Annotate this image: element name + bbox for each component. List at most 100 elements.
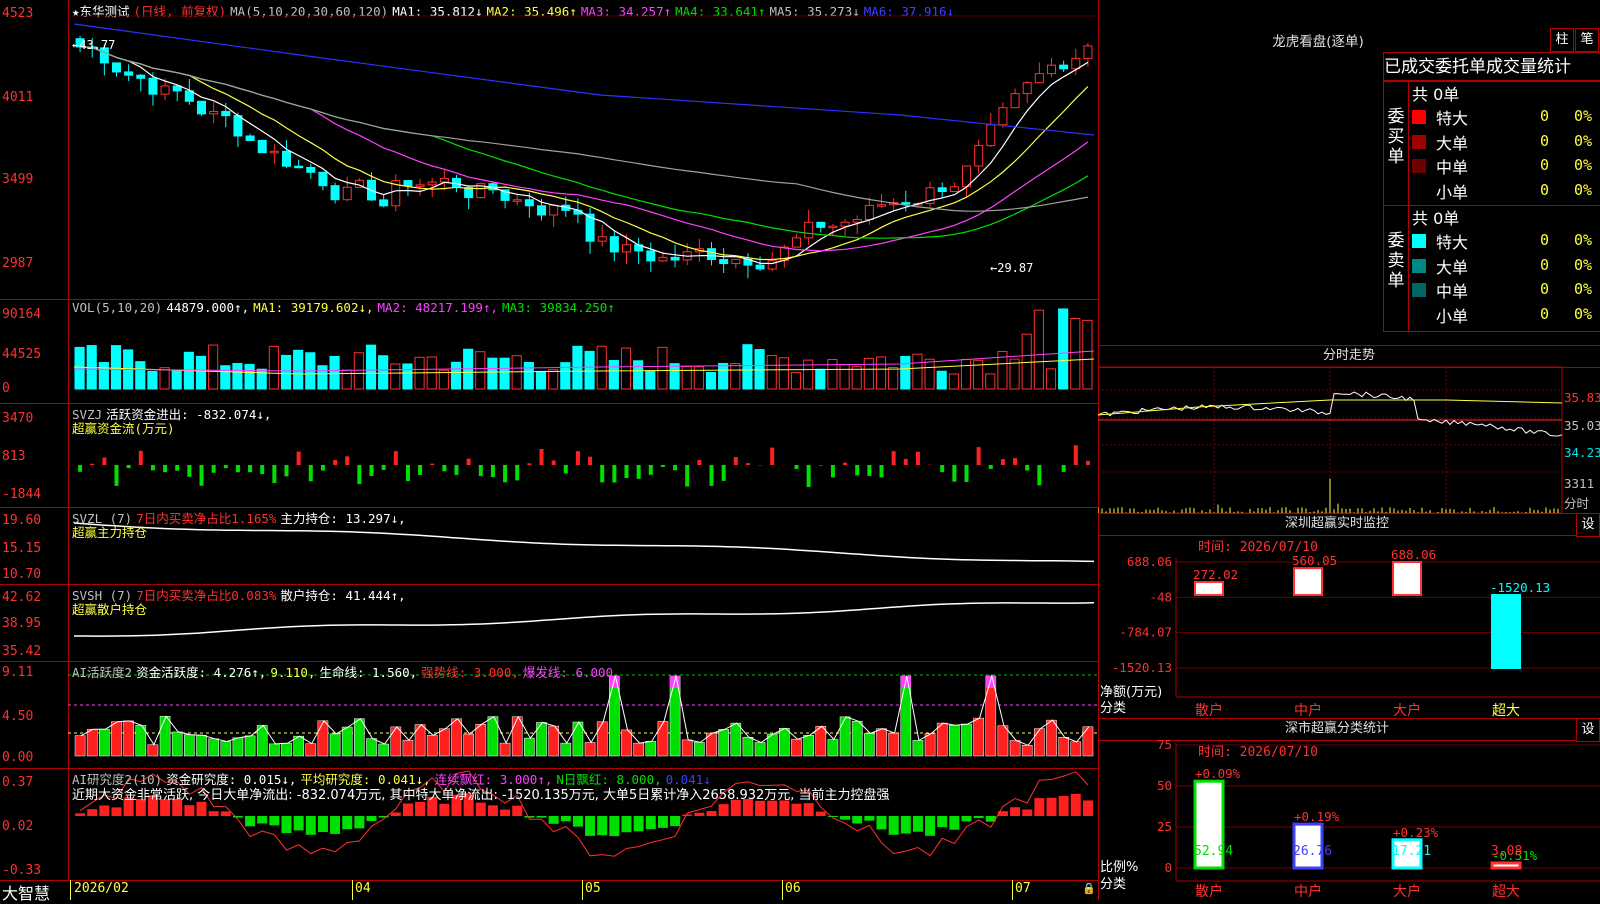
tick-mode-button[interactable]: 笔: [1575, 28, 1599, 52]
active-bar: [1071, 742, 1081, 756]
volume-bar: [294, 350, 303, 389]
flow-bar: [151, 465, 155, 470]
class-tick: 50: [1157, 778, 1172, 793]
class-tick: 75: [1157, 737, 1172, 752]
flow-bar: [467, 459, 471, 465]
intraday-panel[interactable]: 分时走势 35.83 35.03 34.23 3311 分时: [1098, 345, 1600, 513]
low-value: 29.87: [997, 261, 1033, 275]
flow-bar: [78, 465, 82, 472]
intraday-chart[interactable]: [1098, 345, 1600, 513]
volume-panel[interactable]: 90164 44525 0 VOL(5,10,20)44879.000↑,MA1…: [0, 299, 1098, 404]
research-bar: [354, 816, 364, 828]
volume-bar: [1046, 369, 1055, 389]
active-bar: [464, 734, 474, 756]
active-bar: [621, 730, 631, 756]
svsh-panel[interactable]: 42.62 38.95 35.42 SVSH (7)7日内买卖净占比0.083%…: [0, 584, 1098, 662]
legend-swatch: [1412, 159, 1426, 173]
ma2-line: [80, 47, 1088, 260]
research-bar: [694, 813, 704, 816]
svzl-panel[interactable]: 19.60 15.15 10.70 SVZL (7)7日内买卖净占比1.165%…: [0, 507, 1098, 585]
volume-bar: [621, 348, 630, 389]
ai-active-panel[interactable]: 9.11 4.50 0.00 AI活跃度2资金活跃度: 4.276↑,9.110…: [0, 661, 1098, 769]
buy-side-label: 委买单: [1386, 107, 1406, 167]
candle-body: [234, 116, 242, 136]
volume-bar: [791, 372, 800, 389]
category-label: 中户: [1294, 702, 1322, 718]
bar-mode-button[interactable]: 柱: [1550, 28, 1574, 52]
active-bar: [1022, 745, 1032, 756]
volume-bar: [585, 351, 594, 389]
research-bar: [221, 811, 231, 816]
order-size-label: 中单: [1436, 278, 1468, 302]
order-count: 0: [1540, 156, 1549, 174]
order-percent: 0%: [1574, 107, 1592, 125]
svzj-panel[interactable]: 3470 813 -1844 SVZJ活跃资金进出: -832.074↓, 超赢…: [0, 403, 1098, 508]
candle-body: [671, 257, 679, 260]
candle-body: [1035, 74, 1043, 83]
research-bar: [622, 816, 632, 832]
volume-bar: [609, 361, 618, 389]
research-bar: [634, 816, 644, 831]
flow-bar: [224, 465, 228, 468]
monitor-tick: -1520.13: [1112, 660, 1172, 675]
flow-bar: [867, 465, 871, 476]
svzl-hold: 主力持仓: 13.297↓,: [280, 511, 405, 526]
svzj-sub: 超赢资金流(万元): [72, 418, 175, 437]
intraday-vol-unit: 分时: [1564, 493, 1589, 512]
active-bar: [961, 724, 971, 756]
flow-bar: [527, 463, 531, 465]
flow-bar: [1037, 465, 1041, 485]
legend-swatch: [1412, 283, 1426, 297]
volume-bar: [755, 350, 764, 389]
research-bar: [549, 816, 559, 824]
month-divider: [1012, 880, 1013, 900]
order-size-label: 大单: [1436, 130, 1468, 154]
flow-bar: [260, 465, 264, 474]
legend-swatch: [1412, 259, 1426, 273]
candle-body: [865, 205, 873, 219]
volume-bar: [209, 345, 218, 389]
active-bar: [816, 726, 826, 756]
time-axis[interactable]: 大智慧 2026/02 04 05 06 07 🔒: [0, 880, 1098, 900]
flow-bar: [612, 465, 616, 483]
active-bar: [330, 734, 340, 756]
flow-bar: [272, 465, 276, 483]
order-size-label: 小单: [1436, 303, 1468, 327]
flow-bar: [819, 465, 823, 466]
candle-body: [113, 63, 121, 72]
flow-bar: [892, 451, 896, 465]
flow-bar: [479, 465, 483, 476]
active-bar: [512, 717, 522, 756]
month-label: 04: [355, 881, 371, 896]
flow-bar: [977, 447, 981, 465]
ma6-line: [74, 24, 1094, 135]
candle-body: [829, 226, 837, 228]
flow-bar: [297, 452, 301, 465]
ai-research-panel[interactable]: 0.37 0.02 -0.33 AI研究度2(10)资金研究度: 0.015↓,…: [0, 768, 1098, 881]
kline-chart[interactable]: [0, 0, 1098, 299]
sz-monitor-panel: 深圳超赢实时监控 设 时间: 2026/07/10 688.06-48-784.…: [1098, 513, 1600, 718]
research-bar: [646, 816, 656, 829]
research-bar: [524, 816, 534, 818]
research-bar: [877, 816, 887, 829]
research-bar: [415, 802, 425, 816]
lock-icon[interactable]: 🔒: [1082, 882, 1096, 895]
flow-bar: [989, 465, 993, 469]
order-percent: 0%: [1574, 132, 1592, 150]
volume-bar: [196, 356, 205, 389]
flow-bar: [880, 465, 884, 477]
research-bar: [439, 804, 449, 816]
flow-bar: [175, 465, 179, 471]
kline-panel[interactable]: 4523 4011 3499 2987 ★东华测试(日线, 前复权)MA(5,1…: [0, 0, 1098, 300]
class-tick: 0: [1164, 860, 1172, 875]
candle-body: [938, 188, 946, 192]
candle-body: [853, 220, 861, 223]
net-amount-label: 272.02: [1193, 567, 1238, 582]
brand-label[interactable]: 大智慧: [2, 880, 50, 904]
candle-body: [1072, 58, 1080, 68]
active-bar: [415, 725, 425, 756]
volume-bar: [136, 362, 145, 389]
candle-body: [550, 205, 558, 215]
candle-body: [1060, 65, 1068, 69]
candle-body: [623, 245, 631, 252]
